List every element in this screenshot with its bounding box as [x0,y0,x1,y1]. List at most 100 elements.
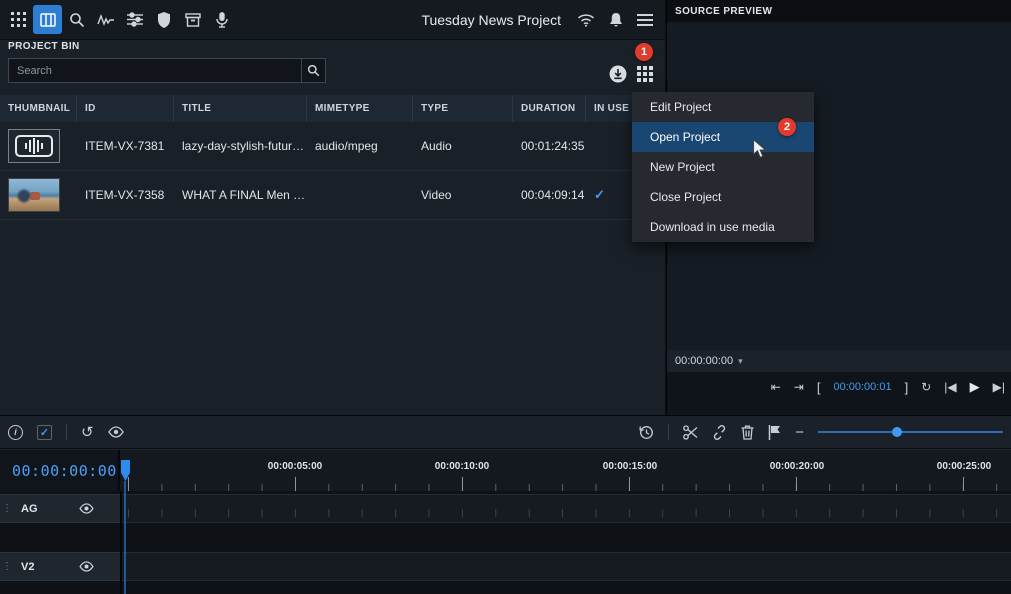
ruler-label: 00:00:20:00 [770,461,824,472]
ruler-label: 00:00:25:00 [937,461,991,472]
column-header-title[interactable]: TITLE [174,95,307,122]
trash-icon [741,425,754,440]
ruler-ticks [120,477,1011,491]
search-icon [69,12,85,28]
project-bin-tool-button[interactable] [33,5,62,34]
project-bin-icon [40,13,56,27]
playhead-line [124,481,126,594]
menu-item-open-project[interactable]: Open Project 2 [632,122,814,152]
slider-thumb[interactable] [892,427,902,437]
unlink-button[interactable] [712,425,727,440]
column-header-id[interactable]: ID [77,95,174,122]
project-title: Tuesday News Project [421,12,561,28]
track-header-ag[interactable]: ⋮ AG [0,494,120,523]
audio-waveform-icon [15,135,53,157]
item-title: lazy-day-stylish-futur… [174,122,307,170]
table-row[interactable]: ITEM-VX-7381 lazy-day-stylish-futur… aud… [0,122,665,171]
microphone-icon [216,12,228,28]
column-header-type[interactable]: TYPE [413,95,513,122]
goto-out-button[interactable]: ⇥ [794,380,804,394]
timeline-zoom-slider[interactable] [818,425,1003,439]
column-header-duration[interactable]: DURATION [513,95,586,122]
bin-table-header: THUMBNAIL ID TITLE MIMETYPE TYPE DURATIO… [0,95,665,122]
magnifier-icon [307,64,320,77]
microphone-tool-button[interactable] [207,5,236,34]
ruler-scale[interactable]: 00:00:05:00 00:00:10:00 00:00:15:00 00:0… [120,450,1011,491]
project-bin-pane: Tuesday News Project PROJECT BIN [0,0,665,415]
item-id: ITEM-VX-7358 [77,171,174,219]
select-check-button[interactable]: ✓ [37,425,52,440]
timeline-toolbar: i ✓ ↺ [0,416,1011,449]
app-root: Tuesday News Project PROJECT BIN [0,0,1011,593]
archive-tool-button[interactable] [178,5,207,34]
hamburger-menu-icon [637,14,653,26]
previous-frame-button[interactable]: |◀ [944,380,956,394]
top-status-icons [577,12,653,28]
menu-item-download-in-use-media[interactable]: Download in use media [632,212,814,242]
history-button[interactable] [638,424,654,440]
playhead-timecode: 00:00:00:00 [12,462,117,480]
mark-out-button[interactable]: ] [905,380,909,395]
history-icon [638,424,654,440]
shield-icon [157,12,171,28]
marker-button[interactable] [768,425,781,440]
menu-item-close-project[interactable]: Close Project [632,182,814,212]
flag-icon [768,425,781,440]
table-row[interactable]: ITEM-VX-7358 WHAT A FINAL Men … Video 00… [0,171,665,220]
cut-button[interactable] [683,425,698,440]
video-thumbnail [8,178,60,212]
track-name: AG [21,503,38,515]
timeline-panel: i ✓ ↺ [0,415,1011,593]
track-header-v2[interactable]: ⋮ V2 [0,552,120,581]
project-menu-button[interactable] [637,66,653,82]
timeline-ruler[interactable]: 00:00:00:00 00:00:05:00 00:00:10:00 00:0… [0,449,1011,491]
drag-handle-icon[interactable]: ⋮ [2,561,12,572]
zoom-out-button[interactable]: − [795,425,804,440]
shield-tool-button[interactable] [149,5,178,34]
settings-sliders-button[interactable] [120,5,149,34]
playhead-timecode-box: 00:00:00:00 [0,450,120,491]
thumbnail-cell [0,122,77,170]
sliders-icon [127,12,143,27]
audio-thumbnail [8,129,60,163]
undo-button[interactable]: ↺ [81,425,94,440]
waveform-tool-button[interactable] [91,5,120,34]
eye-icon [79,503,94,514]
search-submit-button[interactable] [301,59,325,82]
download-button[interactable] [609,65,627,83]
track-visibility-toggle[interactable] [79,503,94,514]
bell-icon [609,12,623,28]
search-box [8,58,326,83]
column-header-mimetype[interactable]: MIMETYPE [307,95,413,122]
search-tool-button[interactable] [62,5,91,34]
info-button[interactable]: i [8,425,23,440]
search-input[interactable] [9,65,301,77]
wifi-icon [577,13,595,27]
track-visibility-toggle[interactable] [79,561,94,572]
apps-grid-button[interactable] [4,5,33,34]
download-circle-icon [609,65,627,83]
track-header-divider [120,491,122,594]
wifi-status-button[interactable] [577,13,595,27]
menu-item-new-project[interactable]: New Project [632,152,814,182]
eye-icon [79,561,94,572]
main-menu-button[interactable] [637,14,653,26]
column-header-thumbnail[interactable]: THUMBNAIL [0,95,77,122]
mark-in-button[interactable]: [ [817,380,821,395]
item-mimetype: audio/mpeg [307,122,413,170]
chevron-down-icon[interactable]: ▾ [738,356,743,367]
track-visibility-button[interactable] [108,426,124,438]
project-context-menu: Edit Project Open Project 2 New Project … [632,92,814,242]
loop-button[interactable]: ↻ [921,380,931,394]
drag-handle-icon[interactable]: ⋮ [2,503,12,514]
menu-item-label: Open Project [650,130,720,144]
play-button[interactable]: ▶ [970,379,980,395]
item-type: Audio [413,122,513,170]
notifications-button[interactable] [609,12,623,28]
delete-button[interactable] [741,425,754,440]
track-row-v2: ⋮ V2 [0,552,1011,581]
next-frame-button[interactable]: ▶| [993,380,1005,394]
source-timecode-row: 00:00:00:00 ▾ [667,350,1011,372]
track-lane-v2[interactable] [122,552,1011,581]
goto-in-button[interactable]: ⇤ [771,380,781,394]
